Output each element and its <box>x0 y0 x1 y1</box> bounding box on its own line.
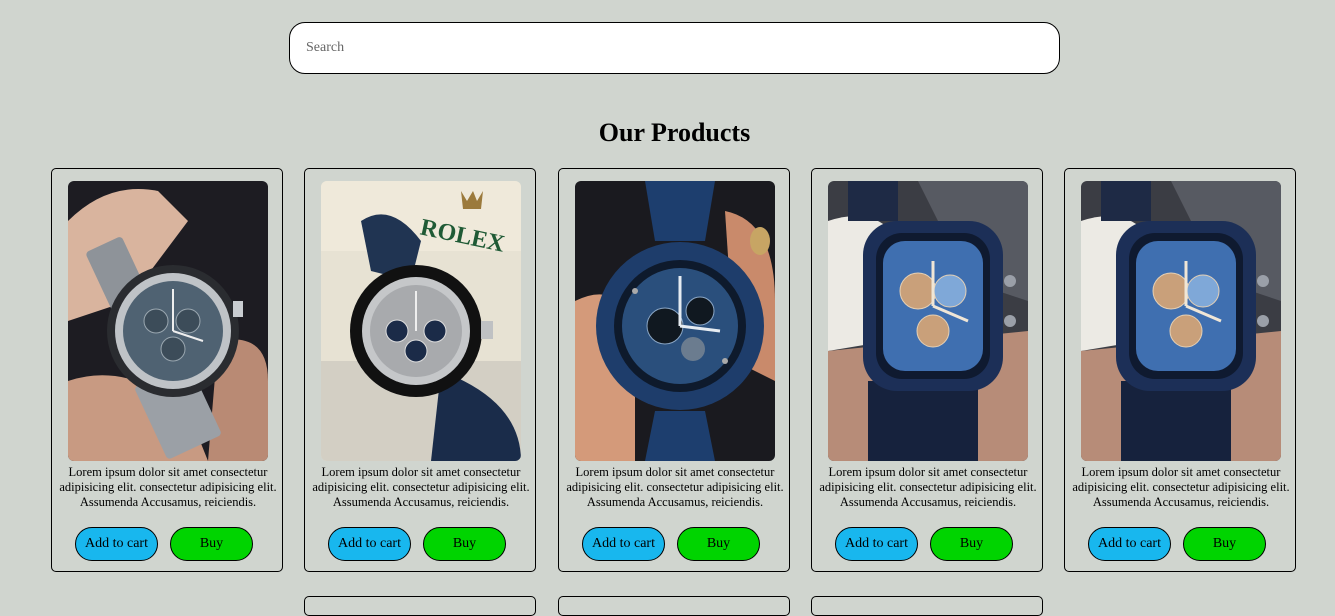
product-image[interactable] <box>828 181 1028 461</box>
section-title: Our Products <box>598 118 751 147</box>
search-bar <box>289 22 1060 74</box>
product-card: Lorem ipsum dolor sit amet consectetur a… <box>1064 168 1296 572</box>
buy-button[interactable]: Buy <box>677 527 760 561</box>
product-description: Lorem ipsum dolor sit amet consectetur a… <box>312 465 530 509</box>
product-description: Lorem ipsum dolor sit amet consectetur a… <box>819 465 1037 509</box>
buy-button[interactable]: Buy <box>930 527 1013 561</box>
buy-button[interactable]: Buy <box>170 527 253 561</box>
product-card-next-row <box>558 596 790 616</box>
product-image[interactable]: ROLEX <box>321 181 521 461</box>
product-image[interactable] <box>1081 181 1281 461</box>
add-to-cart-button[interactable]: Add to cart <box>582 527 665 561</box>
product-image[interactable] <box>68 181 268 461</box>
product-card: Lorem ipsum dolor sit amet consectetur a… <box>558 168 790 572</box>
add-to-cart-button[interactable]: Add to cart <box>328 527 411 561</box>
buy-button[interactable]: Buy <box>1183 527 1266 561</box>
product-image[interactable] <box>575 181 775 461</box>
add-to-cart-button[interactable]: Add to cart <box>1088 527 1171 561</box>
product-description: Lorem ipsum dolor sit amet consectetur a… <box>59 465 277 509</box>
add-to-cart-button[interactable]: Add to cart <box>75 527 158 561</box>
product-description: Lorem ipsum dolor sit amet consectetur a… <box>1072 465 1290 509</box>
product-card-next-row <box>811 596 1043 616</box>
product-card: Lorem ipsum dolor sit amet consectetur a… <box>811 168 1043 572</box>
product-card: Lorem ipsum dolor sit amet consectetur a… <box>51 168 283 572</box>
product-card-next-row <box>304 596 536 616</box>
product-card: ROLEX Lorem ipsum dolor sit amet consect… <box>304 168 536 572</box>
search-input[interactable] <box>289 22 1060 74</box>
buy-button[interactable]: Buy <box>423 527 506 561</box>
add-to-cart-button[interactable]: Add to cart <box>835 527 918 561</box>
product-description: Lorem ipsum dolor sit amet consectetur a… <box>566 465 784 509</box>
